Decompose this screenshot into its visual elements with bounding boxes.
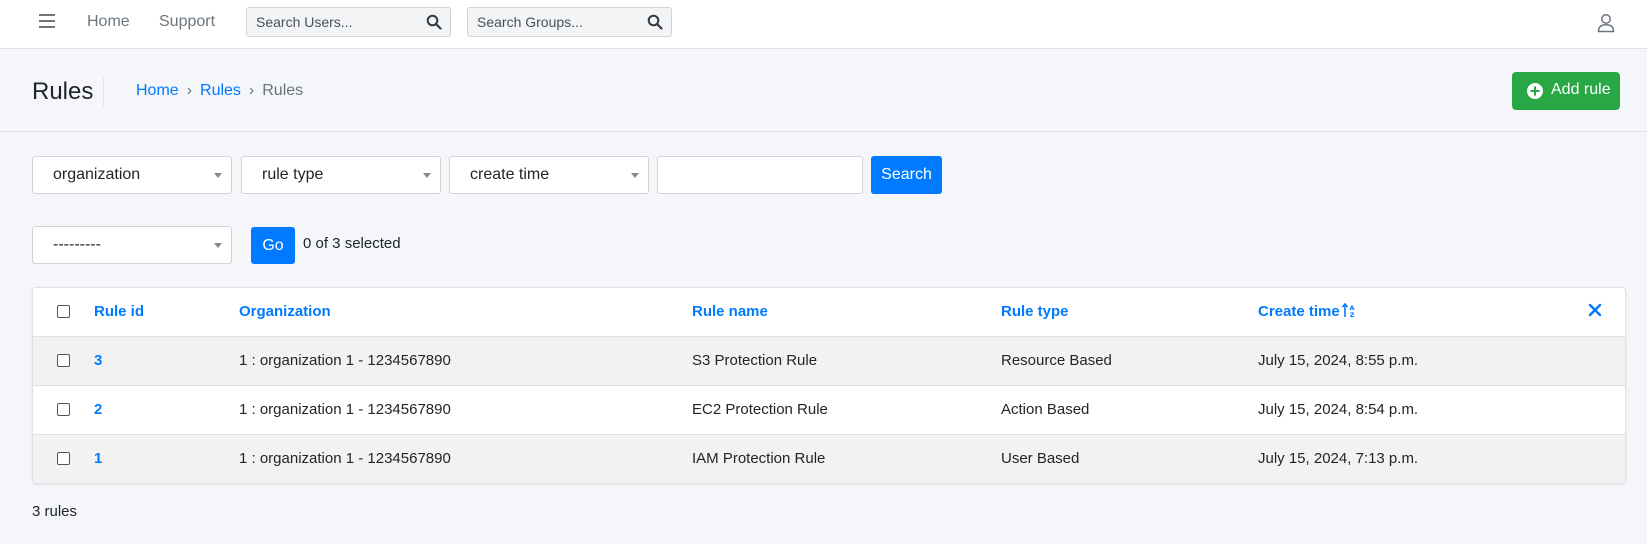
search-users-input[interactable] <box>247 8 450 36</box>
create-time-header-label: Create time <box>1258 303 1340 320</box>
add-rule-button[interactable]: Add rule <box>1512 72 1620 110</box>
breadcrumb-separator: › <box>248 82 255 99</box>
breadcrumb-rules[interactable]: Rules <box>200 82 241 99</box>
breadcrumb-home[interactable]: Home <box>136 82 179 99</box>
rule-id-link[interactable]: 2 <box>94 401 102 418</box>
breadcrumb: Home › Rules › Rules <box>136 82 303 100</box>
go-button[interactable]: Go <box>251 227 295 264</box>
row-checkbox[interactable] <box>57 452 70 465</box>
breadcrumb-current: Rules <box>262 82 304 99</box>
top-navbar: Home Support <box>0 0 1647 49</box>
user-icon[interactable] <box>1597 13 1615 33</box>
close-icon[interactable] <box>1588 303 1602 317</box>
svg-text:Z: Z <box>1350 311 1355 318</box>
column-header-rule-name[interactable]: Rule name <box>692 303 768 320</box>
rule-id-link[interactable]: 3 <box>94 352 102 369</box>
column-header-create-time[interactable]: Create time A Z <box>1258 303 1358 320</box>
rule-name-cell: IAM Protection Rule <box>692 450 826 467</box>
column-header-rule-type[interactable]: Rule type <box>1001 303 1069 320</box>
table-row: 2 1 : organization 1 - 1234567890 EC2 Pr… <box>33 386 1625 435</box>
search-groups-box <box>467 7 672 37</box>
search-text-input[interactable] <box>657 156 863 194</box>
organization-cell: 1 : organization 1 - 1234567890 <box>239 401 451 418</box>
organization-filter-select[interactable]: organization <box>32 156 232 194</box>
select-all-checkbox[interactable] <box>57 305 70 318</box>
page-title: Rules <box>32 78 94 105</box>
table-row: 1 1 : organization 1 - 1234567890 IAM Pr… <box>33 435 1625 483</box>
search-icon[interactable] <box>647 14 663 30</box>
chevron-down-icon <box>214 243 222 248</box>
search-button[interactable]: Search <box>871 156 942 194</box>
create-time-filter-value: create time <box>470 166 550 183</box>
search-users-box <box>246 7 451 37</box>
result-count: 3 rules <box>32 503 78 520</box>
organization-filter-value: organization <box>53 166 141 183</box>
table-row: 3 1 : organization 1 - 1234567890 S3 Pro… <box>33 337 1625 386</box>
bulk-action-select[interactable]: --------- <box>32 226 232 264</box>
selection-counter: 0 of 3 selected <box>303 235 401 252</box>
bulk-action-value: --------- <box>53 236 101 253</box>
nav-link-home[interactable]: Home <box>87 13 130 31</box>
create-time-cell: July 15, 2024, 7:13 p.m. <box>1258 450 1419 467</box>
table-header-row: Rule id Organization Rule name Rule type… <box>33 288 1625 337</box>
search-icon[interactable] <box>426 14 442 30</box>
column-header-organization[interactable]: Organization <box>239 303 331 320</box>
rule-type-filter-value: rule type <box>262 166 324 183</box>
rule-name-cell: S3 Protection Rule <box>692 352 818 369</box>
row-checkbox[interactable] <box>57 403 70 416</box>
rule-id-link[interactable]: 1 <box>94 450 102 467</box>
organization-cell: 1 : organization 1 - 1234567890 <box>239 450 451 467</box>
sort-ascending-icon[interactable]: A Z <box>1341 303 1358 318</box>
rule-type-cell: Resource Based <box>1001 352 1112 369</box>
rule-type-filter-select[interactable]: rule type <box>241 156 441 194</box>
column-header-rule-id[interactable]: Rule id <box>94 303 144 320</box>
row-checkbox[interactable] <box>57 354 70 367</box>
breadcrumb-separator: › <box>186 82 193 99</box>
search-groups-input[interactable] <box>468 8 671 36</box>
nav-link-support[interactable]: Support <box>159 13 215 31</box>
plus-circle-icon <box>1527 83 1543 99</box>
title-divider <box>103 78 104 106</box>
rule-type-cell: Action Based <box>1001 401 1090 418</box>
menu-toggle-icon[interactable] <box>39 14 55 28</box>
chevron-down-icon <box>631 173 639 178</box>
create-time-cell: July 15, 2024, 8:54 p.m. <box>1258 401 1419 418</box>
rule-type-cell: User Based <box>1001 450 1080 467</box>
rule-name-cell: EC2 Protection Rule <box>692 401 828 418</box>
organization-cell: 1 : organization 1 - 1234567890 <box>239 352 451 369</box>
chevron-down-icon <box>214 173 222 178</box>
add-rule-label: Add rule <box>1551 81 1611 98</box>
chevron-down-icon <box>423 173 431 178</box>
create-time-filter-select[interactable]: create time <box>449 156 649 194</box>
header-divider <box>0 131 1647 132</box>
rules-table: Rule id Organization Rule name Rule type… <box>32 287 1626 484</box>
create-time-cell: July 15, 2024, 8:55 p.m. <box>1258 352 1419 369</box>
